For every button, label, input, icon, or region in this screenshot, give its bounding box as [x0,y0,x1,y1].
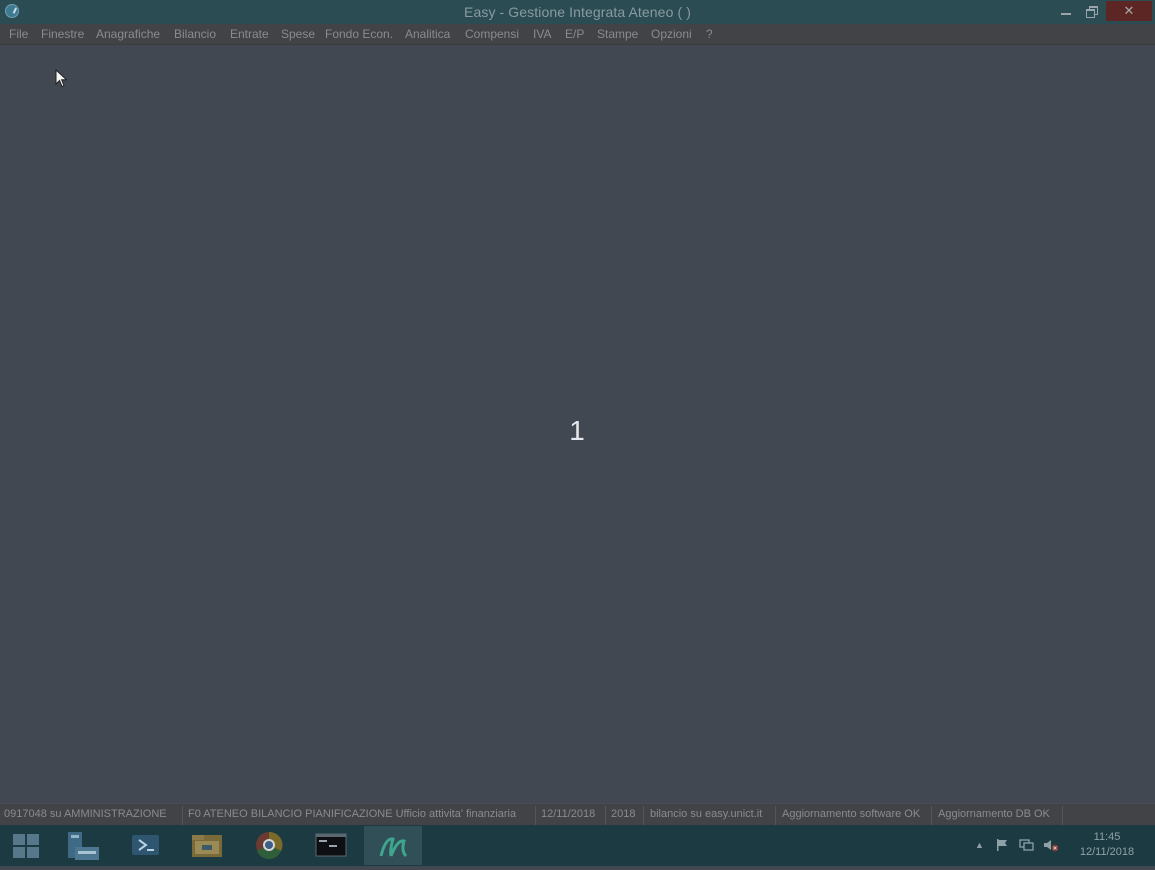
clock-time: 11:45 [1093,831,1121,843]
action-center-flag-icon[interactable] [995,838,1009,852]
status-separator [182,806,183,825]
status-separator [931,806,932,825]
close-button[interactable]: ✕ [1106,1,1152,21]
window-title: Easy - Gestione Integrata Ateneo ( ) [464,4,691,20]
menu-analitica[interactable]: Analitica [405,27,450,41]
volume-muted-icon[interactable] [1043,838,1059,852]
show-hidden-icons-icon[interactable]: ▲ [975,838,984,852]
menu-bilancio[interactable]: Bilancio [174,27,216,41]
menu-ep[interactable]: E/P [565,27,584,41]
menu-finestre[interactable]: Finestre [41,27,84,41]
status-year: 2018 [611,808,636,820]
title-bar: Easy - Gestione Integrata Ateneo ( ) ✕ [0,0,1155,24]
status-bar: 0917048 su AMMINISTRAZIONE F0 ATENEO BIL… [0,803,1155,826]
network-icon[interactable] [1019,838,1035,852]
minimize-button[interactable] [1054,1,1078,21]
system-clock[interactable]: 11:45 12/11/2018 [1068,830,1146,860]
step-number-overlay: 1 [569,415,585,446]
status-date: 12/11/2018 [541,808,596,820]
menu-entrate[interactable]: Entrate [230,27,269,41]
file-explorer-icon[interactable] [178,826,236,865]
status-user: 0917048 su AMMINISTRAZIONE [4,808,167,820]
mouse-cursor-icon [55,69,68,88]
easy-app-icon[interactable] [364,826,422,865]
status-context: F0 ATENEO BILANCIO PIANIFICAZIONE Uffici… [188,808,517,820]
clock-date: 12/11/2018 [1079,846,1135,858]
powershell-icon[interactable] [116,826,174,865]
menu-bar: File Finestre Anagrafiche Bilancio Entra… [0,24,1155,45]
menu-fondo-econ[interactable]: Fondo Econ. [325,27,393,41]
command-prompt-icon[interactable] [302,826,360,865]
menu-anagrafiche[interactable]: Anagrafiche [96,27,160,41]
server-manager-icon[interactable] [54,826,112,865]
restore-button[interactable] [1080,1,1104,21]
status-separator [775,806,776,825]
taskbar: ▲ 11:45 12/11/2018 [0,825,1155,866]
start-icon[interactable] [13,834,39,858]
status-server: bilancio su easy.unict.it [650,808,763,820]
status-sw-update: Aggiornamento software OK [782,808,921,820]
status-separator [605,806,606,825]
menu-spese[interactable]: Spese [281,27,315,41]
menu-opzioni[interactable]: Opzioni [651,27,692,41]
menu-iva[interactable]: IVA [533,27,551,41]
menu-help[interactable]: ? [706,27,713,41]
menu-stampe[interactable]: Stampe [597,27,638,41]
status-separator [643,806,644,825]
status-separator [535,806,536,825]
chrome-icon[interactable] [240,826,298,865]
menu-compensi[interactable]: Compensi [465,27,519,41]
status-db-update: Aggiornamento DB OK [938,808,1050,820]
menu-file[interactable]: File [9,27,28,41]
status-separator [1062,806,1063,825]
